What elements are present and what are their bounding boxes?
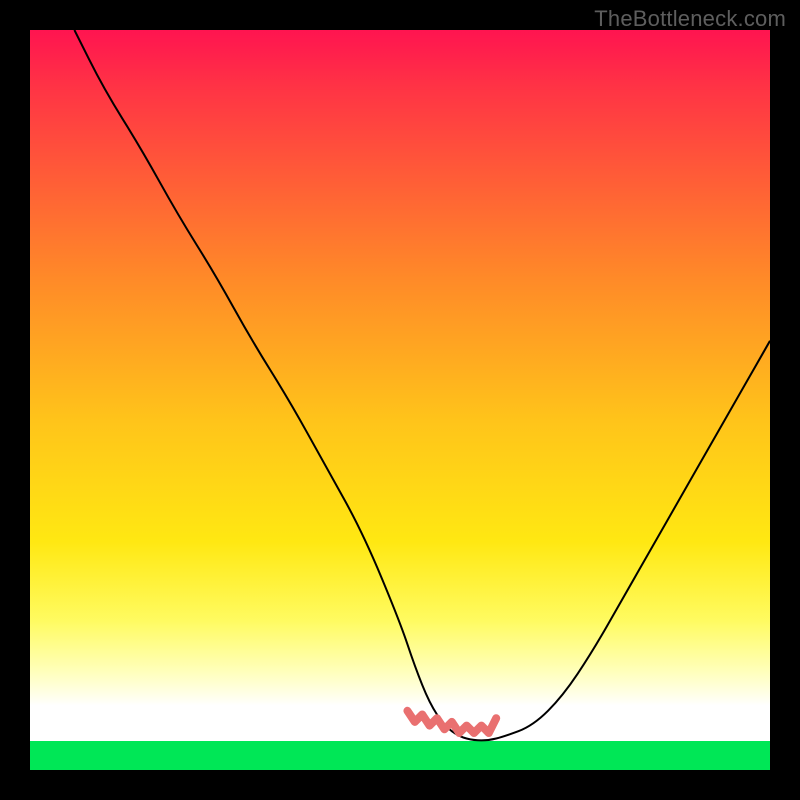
optimal-zone-squiggle	[407, 711, 496, 733]
chart-frame: TheBottleneck.com	[0, 0, 800, 800]
watermark-text: TheBottleneck.com	[594, 6, 786, 32]
plot-area	[30, 30, 770, 770]
bottleneck-curve	[74, 30, 770, 740]
curve-layer	[30, 30, 770, 770]
